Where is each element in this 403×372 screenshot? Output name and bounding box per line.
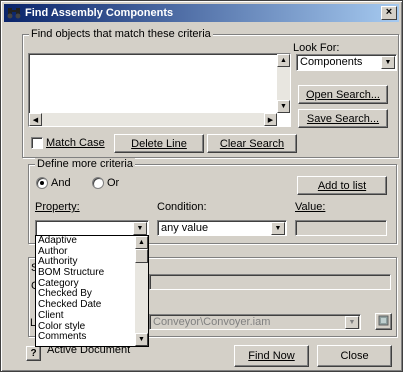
or-radio[interactable] <box>92 177 104 189</box>
look-for-select[interactable]: Components ▼ <box>296 54 397 71</box>
close-icon[interactable]: × <box>381 6 397 20</box>
chevron-down-icon[interactable]: ▼ <box>133 222 147 235</box>
scroll-left-icon[interactable]: ◀ <box>29 113 42 126</box>
property-select[interactable]: ▼ <box>35 220 149 236</box>
condition-value: any value <box>161 222 209 234</box>
location-value: Conveyor\Convoyer.iam <box>153 316 271 328</box>
help-button[interactable]: ? <box>26 346 41 361</box>
property-label: Property: <box>35 201 80 213</box>
condition-label: Condition: <box>157 201 207 213</box>
scroll-right-icon[interactable]: ▶ <box>264 113 277 126</box>
define-criteria-group-title: Define more criteria <box>35 158 135 170</box>
help-icon: ? <box>30 348 37 359</box>
property-dropdown-list[interactable]: Adaptive Author Authority BOM Structure … <box>35 235 149 347</box>
scroll-up-icon[interactable]: ▲ <box>135 236 148 249</box>
browse-button[interactable] <box>375 313 392 330</box>
list-item[interactable]: Client <box>36 310 148 322</box>
value-label: Value: <box>295 201 326 213</box>
find-assembly-components-dialog: Find Assembly Components × Find objects … <box>0 0 403 372</box>
find-now-button[interactable]: Find Now <box>234 345 309 367</box>
location-name-field[interactable] <box>149 274 391 290</box>
chevron-down-icon[interactable]: ▼ <box>381 56 395 69</box>
save-search-button[interactable]: Save Search... <box>298 109 388 128</box>
chevron-down-icon[interactable]: ▼ <box>271 222 285 235</box>
or-label: Or <box>107 177 120 189</box>
add-to-list-button[interactable]: Add to list <box>297 176 387 195</box>
look-for-value: Components <box>300 56 363 68</box>
chevron-down-icon[interactable]: ▼ <box>345 316 359 329</box>
clear-search-button[interactable]: Clear Search <box>207 134 297 153</box>
and-radio[interactable] <box>36 177 48 189</box>
title-bar[interactable]: Find Assembly Components × <box>4 4 399 22</box>
match-case-label: Match Case <box>46 137 105 149</box>
scroll-thumb[interactable] <box>135 249 148 263</box>
criteria-listbox[interactable]: ▲ ▼ ◀ ▶ <box>28 53 291 127</box>
binoculars-icon <box>7 6 21 20</box>
horizontal-scroll-track[interactable] <box>42 113 277 126</box>
find-criteria-group-title: Find objects that match these criteria <box>29 28 213 40</box>
delete-line-button[interactable]: Delete Line <box>114 134 204 153</box>
scroll-down-icon[interactable]: ▼ <box>277 100 290 113</box>
match-case-checkbox[interactable] <box>31 137 43 149</box>
open-search-button[interactable]: Open Search... <box>298 85 388 104</box>
scroll-up-icon[interactable]: ▲ <box>277 54 290 67</box>
and-label: And <box>51 177 71 189</box>
window-title: Find Assembly Components <box>25 7 174 19</box>
close-button[interactable]: Close <box>317 345 392 367</box>
location-select[interactable]: Conveyor\Convoyer.iam ▼ <box>149 314 361 330</box>
scroll-down-icon[interactable]: ▼ <box>135 333 148 346</box>
condition-select[interactable]: any value ▼ <box>157 220 287 236</box>
dropdown-scrollbar[interactable]: ▲ ▼ <box>135 236 148 346</box>
vertical-scroll-track[interactable] <box>277 67 290 100</box>
list-item[interactable]: Comments <box>36 331 148 343</box>
value-field[interactable] <box>295 220 387 236</box>
browse-icon <box>378 315 389 329</box>
